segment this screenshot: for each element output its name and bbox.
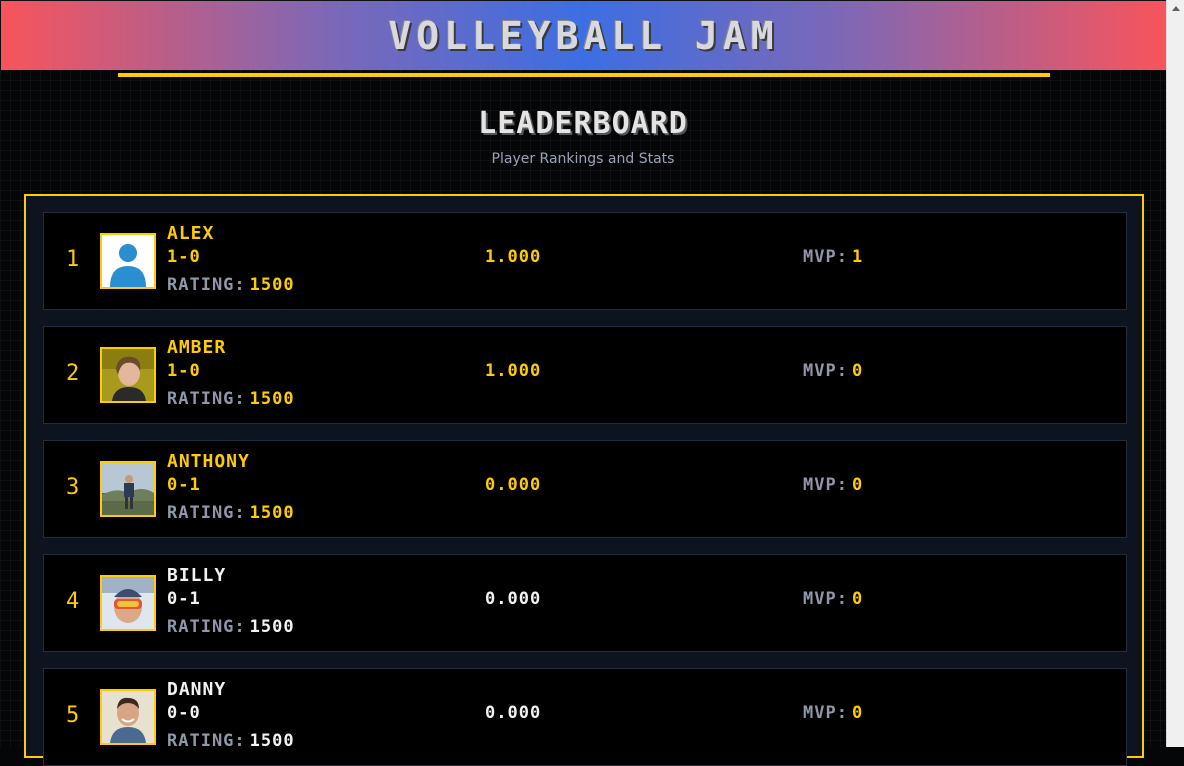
mvp-value: 0 — [851, 361, 864, 381]
player-record: 0-1 — [167, 589, 201, 609]
player-name[interactable]: ANTHONY — [167, 451, 250, 472]
rating-label: RATING: — [167, 275, 246, 295]
player-rating: RATING: 1500 — [167, 275, 295, 295]
vertical-scrollbar[interactable] — [1166, 0, 1184, 747]
player-photo — [100, 461, 156, 517]
rating-label: RATING: — [167, 731, 246, 751]
mvp-label: MVP: — [803, 361, 848, 381]
leaderboard-row[interactable]: 2 AMBER 1-0 RATING: 1500 1.000 MVP: 0 — [43, 326, 1127, 424]
player-record: 0-1 — [167, 475, 201, 495]
rank-number: 2 — [66, 361, 80, 386]
header-divider — [118, 73, 1050, 77]
rating-label: RATING: — [167, 617, 246, 637]
mvp-value: 1 — [851, 247, 864, 267]
win-percentage: 0.000 — [485, 475, 542, 495]
player-photo — [100, 689, 156, 745]
rating-value: 1500 — [249, 503, 295, 523]
win-percentage: 0.000 — [485, 703, 542, 723]
leaderboard-row[interactable]: 1 ALEX 1-0 RATING: 1500 1.000 MVP: 1 — [43, 212, 1127, 310]
rank-number: 3 — [66, 475, 80, 500]
header-banner: VOLLEYBALL JAM — [1, 1, 1166, 70]
player-mvp: MVP: 0 — [803, 589, 863, 609]
leaderboard-row[interactable]: 5 DANNY 0-0 RATING: 1500 0.000 MVP: 0 — [43, 668, 1127, 766]
player-rating: RATING: 1500 — [167, 389, 295, 409]
leaderboard-row[interactable]: 4 BILLY 0-1 RATING: 1500 0.000 MVP: 0 — [43, 554, 1127, 652]
player-rating: RATING: 1500 — [167, 731, 295, 751]
player-name[interactable]: BILLY — [167, 565, 226, 586]
player-rating: RATING: 1500 — [167, 503, 295, 523]
mvp-label: MVP: — [803, 703, 848, 723]
rating-label: RATING: — [167, 389, 246, 409]
player-name[interactable]: DANNY — [167, 679, 226, 700]
player-photo — [100, 575, 156, 631]
rating-value: 1500 — [249, 617, 295, 637]
player-name[interactable]: AMBER — [167, 337, 226, 358]
rank-number: 5 — [66, 703, 80, 728]
player-name[interactable]: ALEX — [167, 223, 214, 244]
mvp-value: 0 — [851, 475, 864, 495]
rating-value: 1500 — [249, 275, 295, 295]
player-photo — [100, 347, 156, 403]
leaderboard-panel: 1 ALEX 1-0 RATING: 1500 1.000 MVP: 1 2 AMB… — [24, 194, 1144, 766]
rating-value: 1500 — [249, 389, 295, 409]
page-title: LEADERBOARD — [478, 106, 688, 141]
player-record: 0-0 — [167, 703, 201, 723]
default-avatar-icon — [100, 233, 156, 289]
win-percentage: 1.000 — [485, 361, 542, 381]
player-record: 1-0 — [167, 361, 201, 381]
app-title: VOLLEYBALL JAM — [388, 14, 779, 58]
player-mvp: MVP: 1 — [803, 247, 863, 267]
win-percentage: 0.000 — [485, 589, 542, 609]
player-mvp: MVP: 0 — [803, 475, 863, 495]
win-percentage: 1.000 — [485, 247, 542, 267]
rating-label: RATING: — [167, 503, 246, 523]
mvp-label: MVP: — [803, 475, 848, 495]
player-mvp: MVP: 0 — [803, 703, 863, 723]
player-record: 1-0 — [167, 247, 201, 267]
rank-number: 1 — [66, 247, 80, 272]
leaderboard-row[interactable]: 3 ANTHONY 0-1 RATING: 1500 0.000 MVP: 0 — [43, 440, 1127, 538]
player-mvp: MVP: 0 — [803, 361, 863, 381]
mvp-value: 0 — [851, 703, 864, 723]
rating-value: 1500 — [249, 731, 295, 751]
player-rating: RATING: 1500 — [167, 617, 295, 637]
page-subtitle: Player Rankings and Stats — [491, 151, 675, 167]
mvp-label: MVP: — [803, 247, 848, 267]
mvp-label: MVP: — [803, 589, 848, 609]
mvp-value: 0 — [851, 589, 864, 609]
scroll-up-arrow-icon[interactable] — [1172, 6, 1180, 11]
rank-number: 4 — [66, 589, 80, 614]
